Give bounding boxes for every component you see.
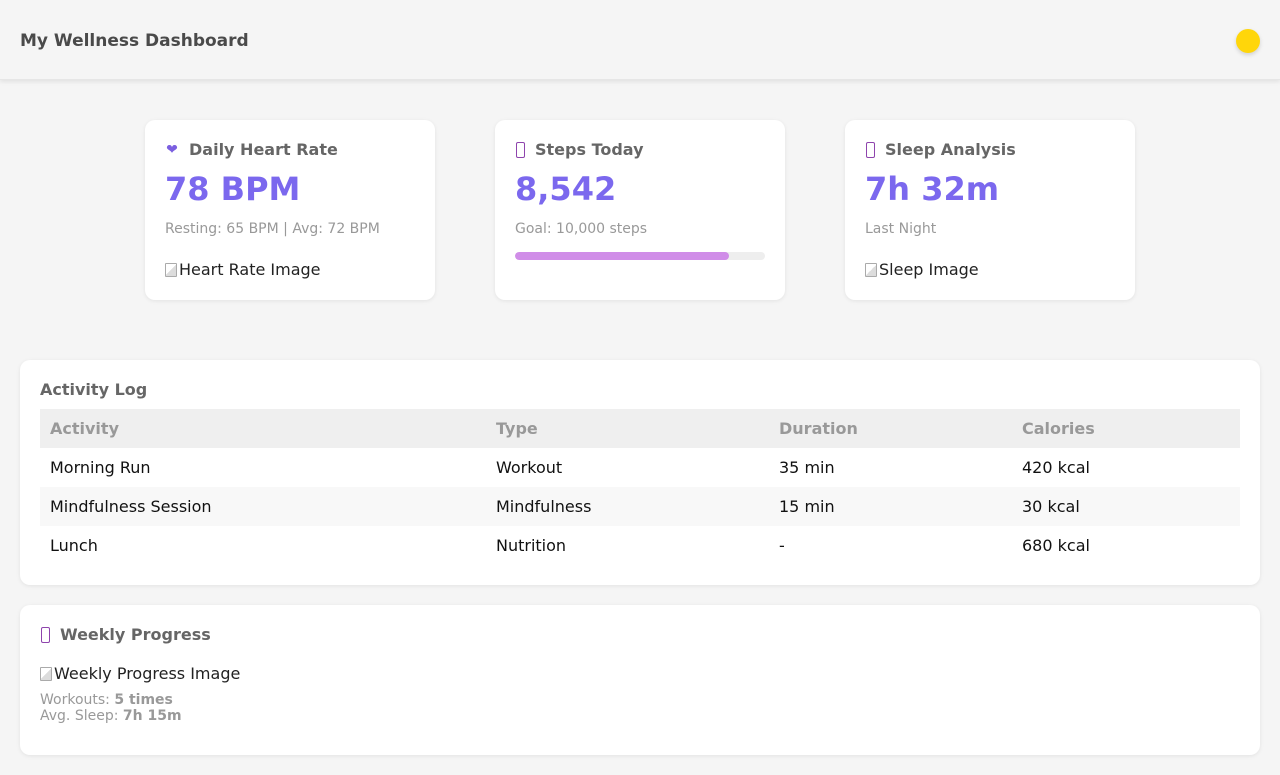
sleep-image-alt: Sleep Image	[879, 260, 979, 279]
duration-cell: 35 min	[779, 458, 835, 477]
footsteps-icon	[516, 142, 525, 158]
user-status-indicator[interactable]	[1236, 29, 1260, 53]
weekly-progress-header: Weekly Progress	[40, 625, 1240, 645]
steps-progress-bar	[515, 252, 765, 260]
column-header: Calories	[1012, 409, 1240, 448]
table-header-row: Activity Type Duration Calories	[40, 409, 1240, 448]
broken-image-icon	[865, 263, 877, 277]
app-header: My Wellness Dashboard	[0, 0, 1280, 80]
sleep-image: Sleep Image	[865, 260, 1115, 280]
workouts-stat: Workouts: 5 times	[40, 692, 1240, 708]
calories-cell: 680 kcal	[1022, 536, 1090, 555]
column-header: Type	[486, 409, 769, 448]
chart-icon	[41, 627, 50, 643]
sleep-title: Sleep Analysis	[885, 140, 1016, 159]
workouts-value: 5 times	[114, 692, 173, 708]
avg-sleep-label: Avg. Sleep:	[40, 708, 119, 724]
activity-log-panel: Activity Log Activity Type Duration Calo…	[20, 360, 1260, 585]
broken-image-icon	[165, 263, 177, 277]
sleep-stat: Avg. Sleep: 7h 15m	[40, 708, 1240, 724]
heart-rate-details: Resting: 65 BPM | Avg: 72 BPM	[165, 221, 380, 237]
type-cell: Mindfulness	[486, 487, 769, 526]
heart-rate-image: Heart Rate Image	[165, 260, 415, 280]
weekly-progress-panel: Weekly Progress Weekly Progress Image Wo…	[20, 605, 1260, 755]
type-cell: Nutrition	[496, 536, 567, 555]
calories-cell: 420 kcal	[1022, 458, 1090, 477]
heart-icon: ❤	[166, 142, 178, 158]
table-row[interactable]: Mindfulness Session Mindfulness 15 min 3…	[40, 487, 1240, 526]
heart-rate-image-alt: Heart Rate Image	[179, 260, 321, 279]
weekly-progress-image-alt: Weekly Progress Image	[54, 664, 241, 683]
app-title: My Wellness Dashboard	[20, 31, 249, 51]
type-cell: Workout	[496, 458, 563, 477]
table-row[interactable]: Lunch Nutrition - 680 kcal	[40, 526, 1240, 565]
workouts-label: Workouts:	[40, 692, 110, 708]
sleep-card: Sleep Analysis 7h 32m Last Night Sleep I…	[845, 120, 1135, 300]
heart-rate-value: 78 BPM	[165, 170, 301, 208]
duration-cell: -	[779, 536, 785, 555]
moon-icon	[866, 142, 875, 158]
card-title: Sleep Analysis	[865, 140, 1115, 160]
table-row[interactable]: Morning Run Workout 35 min 420 kcal	[40, 448, 1240, 487]
card-title: Steps Today	[515, 140, 765, 160]
steps-title: Steps Today	[535, 140, 644, 159]
steps-card: Steps Today 8,542 Goal: 10,000 steps	[495, 120, 785, 300]
calories-cell: 30 kcal	[1012, 487, 1240, 526]
heart-rate-card: ❤ Daily Heart Rate 78 BPM Resting: 65 BP…	[145, 120, 435, 300]
weekly-progress-image: Weekly Progress Image	[40, 664, 1240, 684]
heart-rate-title: Daily Heart Rate	[189, 140, 338, 159]
broken-image-icon	[40, 667, 52, 681]
sleep-period: Last Night	[865, 221, 937, 237]
card-title: ❤ Daily Heart Rate	[165, 140, 415, 160]
activity-cell: Lunch	[50, 536, 98, 555]
column-header: Activity	[40, 409, 486, 448]
column-header: Duration	[769, 409, 1012, 448]
activity-cell: Mindfulness Session	[40, 487, 486, 526]
avg-sleep-value: 7h 15m	[122, 708, 182, 724]
sleep-value: 7h 32m	[865, 170, 1000, 208]
weekly-progress-title: Weekly Progress	[60, 625, 211, 644]
duration-cell: 15 min	[769, 487, 1012, 526]
steps-progress-fill	[515, 252, 729, 260]
activity-cell: Morning Run	[50, 458, 151, 477]
steps-value: 8,542	[515, 170, 617, 208]
activity-log-title: Activity Log	[40, 380, 148, 399]
activity-table: Activity Type Duration Calories Morning …	[40, 409, 1240, 565]
steps-goal: Goal: 10,000 steps	[515, 221, 648, 237]
